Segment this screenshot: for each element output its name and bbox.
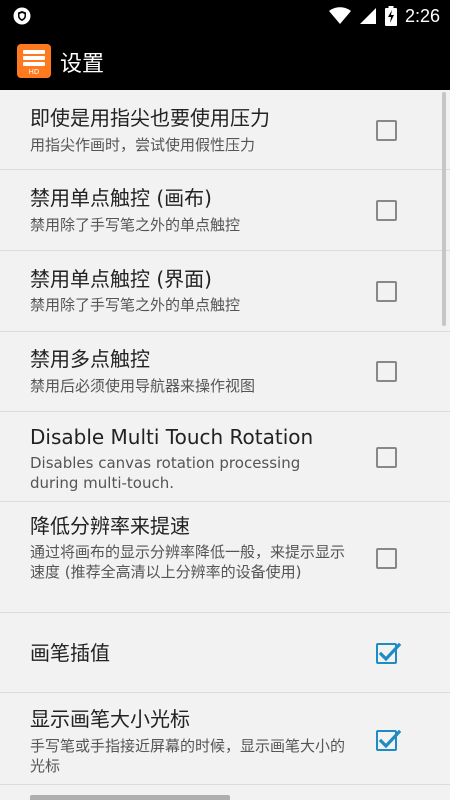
- setting-disable-multi-touch-rotation[interactable]: Disable Multi Touch Rotation Disables ca…: [0, 412, 450, 502]
- setting-title-partial: [30, 795, 230, 800]
- setting-pressure-with-fingertip[interactable]: 即使是用指尖也要使用压力 用指尖作画时，尝试使用假性压力: [0, 90, 450, 170]
- setting-checkbox[interactable]: [376, 447, 397, 468]
- page-title: 设置: [60, 52, 105, 77]
- setting-brush-interpolation[interactable]: 画笔插值: [0, 613, 450, 693]
- wifi-icon: [328, 7, 351, 24]
- setting-title: 即使是用指尖也要使用压力: [30, 106, 270, 130]
- setting-title: 显示画笔大小光标: [30, 707, 190, 731]
- setting-checkbox[interactable]: [376, 120, 397, 141]
- setting-checkbox[interactable]: [376, 200, 397, 221]
- setting-show-brush-size-cursor[interactable]: 显示画笔大小光标 手写笔或手指接近屏幕的时候，显示画笔大小的光标: [0, 693, 450, 785]
- app-logo-icon: HD: [17, 44, 51, 78]
- setting-checkbox-checked[interactable]: [376, 729, 402, 751]
- app-bar: HD 设置: [0, 32, 450, 90]
- setting-summary: 手写笔或手指接近屏幕的时候，显示画笔大小的光标: [30, 737, 346, 775]
- setting-title: 画笔插值: [30, 641, 110, 665]
- setting-checkbox[interactable]: [376, 548, 397, 569]
- setting-summary: 通过将画布的显示分辨率降低一般，来提示显示速度 (推荐全高清以上分辨率的设备使用…: [30, 543, 346, 581]
- scrollbar[interactable]: [442, 92, 446, 326]
- app-logo-label: HD: [28, 68, 40, 76]
- setting-disable-single-touch-ui[interactable]: 禁用单点触控 (界面) 禁用除了手写笔之外的单点触控: [0, 251, 450, 332]
- setting-checkbox-checked[interactable]: [376, 642, 402, 664]
- setting-title: Disable Multi Touch Rotation: [30, 425, 314, 449]
- setting-title: 禁用多点触控: [30, 347, 150, 371]
- setting-summary: 禁用后必须使用导航器来操作视图: [30, 377, 256, 395]
- setting-partial-next[interactable]: [0, 785, 450, 800]
- setting-disable-multi-touch[interactable]: 禁用多点触控 禁用后必须使用导航器来操作视图: [0, 332, 450, 412]
- setting-title: 禁用单点触控 (界面): [30, 267, 212, 291]
- settings-list[interactable]: 即使是用指尖也要使用压力 用指尖作画时，尝试使用假性压力 禁用单点触控 (画布)…: [0, 90, 450, 800]
- setting-checkbox[interactable]: [376, 281, 397, 302]
- battery-charging-icon: [384, 6, 397, 26]
- setting-lower-resolution[interactable]: 降低分辨率来提速 通过将画布的显示分辨率降低一般，来提示显示速度 (推荐全高清以…: [0, 502, 450, 613]
- setting-disable-single-touch-canvas[interactable]: 禁用单点触控 (画布) 禁用除了手写笔之外的单点触控: [0, 170, 450, 251]
- check-icon: [378, 729, 402, 749]
- setting-summary: 禁用除了手写笔之外的单点触控: [30, 216, 241, 234]
- signal-icon: [359, 8, 376, 24]
- status-bar: 2:26: [0, 0, 450, 32]
- shield-icon: [13, 7, 31, 25]
- setting-summary: 用指尖作画时，尝试使用假性压力: [30, 136, 256, 154]
- setting-summary: Disables canvas rotation processing duri…: [30, 454, 301, 492]
- setting-checkbox[interactable]: [376, 361, 397, 382]
- status-time: 2:26: [404, 5, 440, 26]
- setting-summary: 禁用除了手写笔之外的单点触控: [30, 296, 241, 314]
- check-icon: [378, 642, 402, 662]
- setting-title: 降低分辨率来提速: [30, 514, 190, 538]
- setting-title: 禁用单点触控 (画布): [30, 186, 212, 210]
